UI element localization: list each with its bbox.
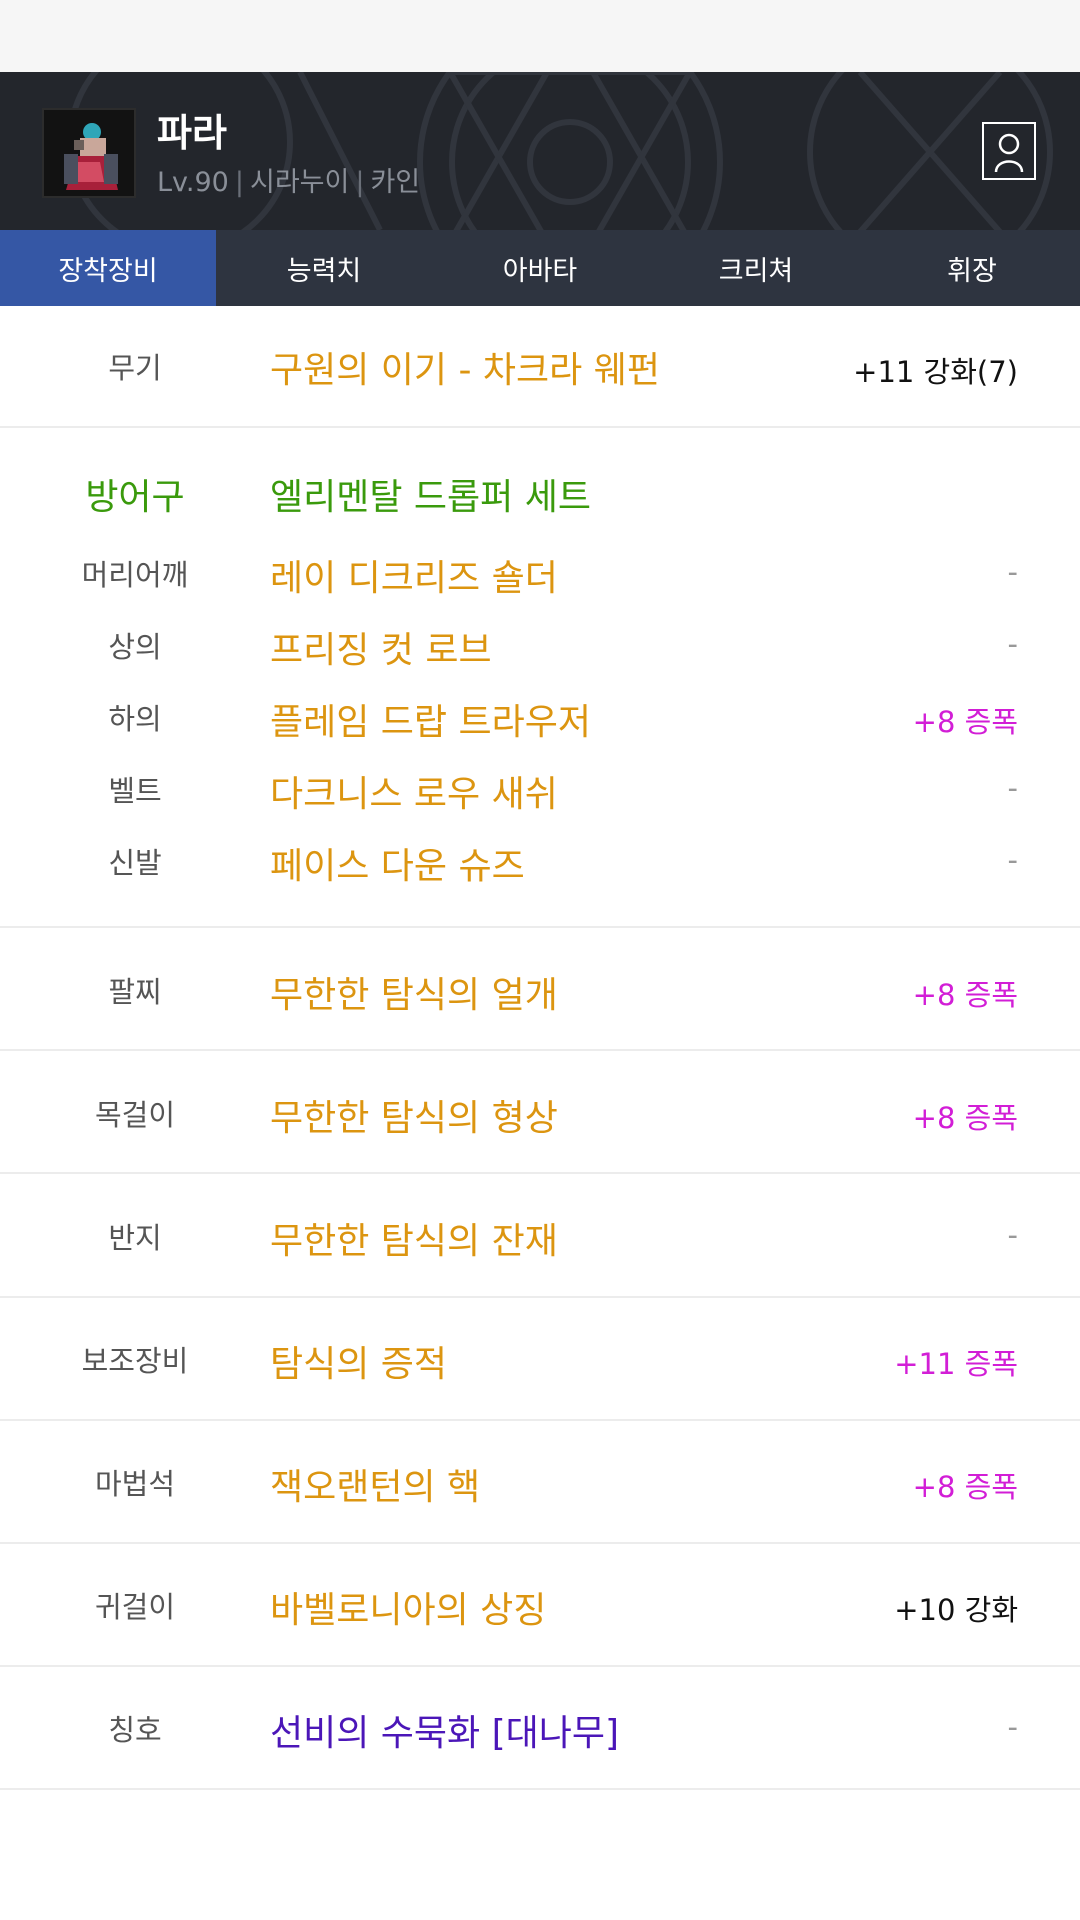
item-shoulder-value: -	[1007, 555, 1018, 589]
slot-label-earring: 귀걸이	[94, 1590, 176, 1624]
item-bracelet-value: +8 증폭	[912, 978, 1018, 1012]
armor-set-name[interactable]: 엘리멘탈 드롭퍼 세트	[270, 468, 591, 520]
avatar[interactable]	[42, 108, 136, 198]
item-weapon[interactable]: 구원의 이기 - 차크라 웨펀	[270, 341, 660, 393]
tab-insignia[interactable]: 휘장	[864, 230, 1080, 306]
divider	[0, 1788, 1080, 1790]
item-magic-stone-value: +8 증폭	[912, 1470, 1018, 1504]
divider	[0, 1665, 1080, 1667]
item-magic-stone[interactable]: 잭오랜턴의 핵	[270, 1458, 480, 1510]
character-job: 카인	[370, 167, 421, 198]
slot-label-bracelet: 팔찌	[108, 975, 162, 1009]
slot-label-armor: 방어구	[85, 477, 185, 518]
item-shoulder[interactable]: 레이 디크리즈 숄더	[270, 549, 558, 601]
item-earring[interactable]: 바벨로니아의 상징	[270, 1581, 546, 1633]
item-title-value: -	[1007, 1710, 1018, 1744]
divider	[0, 1172, 1080, 1174]
item-top-value: -	[1007, 627, 1018, 661]
character-info: Lv.90 | 시라누이 | 카인	[157, 160, 420, 199]
item-support-value: +11 증폭	[894, 1347, 1018, 1381]
person-outline-icon	[994, 133, 1024, 173]
item-shoes[interactable]: 페이스 다운 슈즈	[270, 837, 525, 889]
slot-label-support: 보조장비	[81, 1344, 189, 1378]
divider	[0, 1419, 1080, 1421]
item-support[interactable]: 탐식의 증적	[270, 1335, 447, 1387]
slot-label-ring: 반지	[108, 1221, 162, 1255]
item-bottom-value: +8 증폭	[912, 705, 1018, 739]
tab-equipment[interactable]: 장착장비	[0, 230, 216, 306]
divider	[0, 1049, 1080, 1051]
slot-label-shoulder: 머리어깨	[81, 558, 189, 592]
item-bottom[interactable]: 플레임 드랍 트라우저	[270, 693, 591, 745]
item-earring-value: +10 강화	[894, 1593, 1018, 1627]
slot-label-belt: 벨트	[108, 774, 162, 808]
tab-creature[interactable]: 크리쳐	[648, 230, 864, 306]
divider	[0, 1296, 1080, 1298]
slot-label-weapon: 무기	[108, 351, 162, 385]
tab-avatar[interactable]: 아바타	[432, 230, 648, 306]
slot-label-shoes: 신발	[108, 846, 162, 880]
item-title[interactable]: 선비의 수묵화 [대나무]	[270, 1704, 619, 1756]
slot-label-top: 상의	[108, 630, 162, 664]
item-top[interactable]: 프리징 컷 로브	[270, 621, 492, 673]
slot-label-magic-stone: 마법석	[94, 1467, 176, 1501]
item-belt[interactable]: 다크니스 로우 새쉬	[270, 765, 558, 817]
character-header: 파라 Lv.90 | 시라누이 | 카인	[0, 72, 1080, 230]
divider	[0, 426, 1080, 428]
tab-bar: 장착장비 능력치 아바타 크리쳐 휘장	[0, 230, 1080, 306]
character-server: 시라누이	[249, 167, 350, 198]
item-ring[interactable]: 무한한 탐식의 잔재	[270, 1212, 558, 1264]
item-necklace-value: +8 증폭	[912, 1101, 1018, 1135]
item-bracelet[interactable]: 무한한 탐식의 얼개	[270, 966, 558, 1018]
slot-label-title: 칭호	[108, 1713, 162, 1747]
character-name: 파라	[157, 111, 227, 155]
item-belt-value: -	[1007, 771, 1018, 805]
info-separator: |	[355, 167, 365, 198]
slot-label-necklace: 목걸이	[94, 1098, 176, 1132]
item-shoes-value: -	[1007, 843, 1018, 877]
character-portrait-icon	[44, 110, 134, 196]
divider	[0, 1542, 1080, 1544]
tab-stats[interactable]: 능력치	[216, 230, 432, 306]
profile-button[interactable]	[982, 122, 1036, 180]
divider	[0, 926, 1080, 928]
item-weapon-value: +11 강화(7)	[853, 355, 1018, 389]
item-necklace[interactable]: 무한한 탐식의 형상	[270, 1089, 558, 1141]
status-bar	[0, 0, 1080, 72]
character-level: Lv.90	[157, 167, 229, 198]
item-ring-value: -	[1007, 1218, 1018, 1252]
slot-label-bottom: 하의	[108, 702, 162, 736]
info-separator: |	[234, 167, 244, 198]
